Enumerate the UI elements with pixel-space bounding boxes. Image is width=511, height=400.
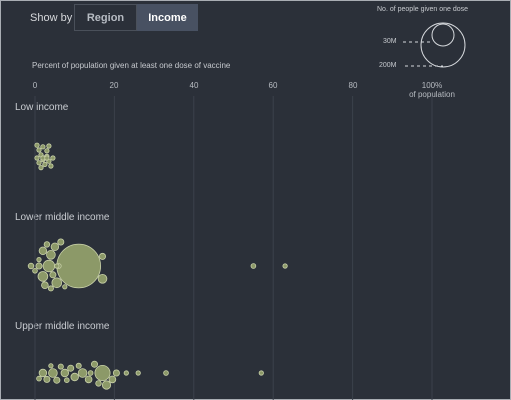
legend-marks	[403, 22, 466, 68]
bubble-lower-middle-income-14[interactable]	[32, 267, 38, 274]
bubble-plot	[27, 22, 466, 400]
bubble-low-income-4[interactable]	[42, 161, 48, 167]
bubble-upper-middle-income-5[interactable]	[77, 368, 88, 378]
bubbles	[27, 142, 288, 390]
bubble-lower-middle-income-19[interactable]	[97, 273, 108, 284]
bubble-low-income-7[interactable]	[36, 147, 42, 153]
bubble-lower-middle-income-4[interactable]	[46, 250, 56, 260]
bubble-upper-middle-income-14[interactable]	[112, 369, 120, 377]
bubble-lower-middle-income-1[interactable]	[37, 271, 49, 282]
bubble-low-income-17[interactable]	[44, 155, 50, 161]
bubble-low-income-14[interactable]	[34, 142, 40, 148]
bubble-upper-middle-income-22[interactable]	[135, 370, 141, 376]
bubble-upper-middle-income-12[interactable]	[95, 380, 102, 387]
gridlines	[34, 96, 433, 400]
bubble-lower-middle-income-10[interactable]	[50, 242, 60, 251]
bubble-lower-middle-income-3[interactable]	[51, 277, 63, 289]
bubble-low-income-11[interactable]	[38, 165, 44, 171]
bubble-low-income-16[interactable]	[50, 155, 56, 161]
bubble-lower-middle-income-21[interactable]	[250, 263, 257, 269]
bubble-upper-middle-income-24[interactable]	[258, 370, 264, 376]
bubble-lower-middle-income-11[interactable]	[49, 271, 57, 279]
bubble-upper-middle-income-0[interactable]	[94, 364, 111, 381]
bubble-lower-middle-income-6[interactable]	[27, 262, 35, 270]
legend-circle-200m	[420, 22, 466, 68]
bubble-upper-middle-income-21[interactable]	[123, 370, 129, 376]
bubble-upper-middle-income-3[interactable]	[60, 368, 70, 378]
bubble-low-income-9[interactable]	[44, 148, 50, 154]
bubble-lower-middle-income-8[interactable]	[41, 281, 49, 290]
bubble-upper-middle-income-13[interactable]	[108, 375, 117, 384]
bubble-upper-middle-income-18[interactable]	[75, 362, 82, 369]
bubble-lower-middle-income-5[interactable]	[38, 246, 48, 255]
bubble-lower-middle-income-18[interactable]	[62, 284, 68, 290]
bubble-upper-middle-income-11[interactable]	[91, 360, 99, 368]
bubble-upper-middle-income-23[interactable]	[163, 370, 169, 376]
bubble-upper-middle-income-2[interactable]	[48, 368, 58, 378]
bubble-lower-middle-income-16[interactable]	[54, 263, 60, 269]
bubble-lower-middle-income-15[interactable]	[47, 285, 54, 292]
bubble-upper-middle-income-9[interactable]	[67, 364, 75, 372]
bubble-lower-middle-income-9[interactable]	[43, 241, 51, 248]
bubble-lower-middle-income-0[interactable]	[56, 243, 101, 289]
bubble-low-income-1[interactable]	[36, 160, 42, 166]
bubble-upper-middle-income-10[interactable]	[101, 380, 112, 390]
bubble-lower-middle-income-12[interactable]	[57, 238, 65, 246]
bubble-lower-middle-income-17[interactable]	[36, 256, 42, 263]
bubble-lower-middle-income-2[interactable]	[42, 259, 56, 273]
bubble-low-income-8[interactable]	[40, 144, 46, 150]
bubble-upper-middle-income-15[interactable]	[36, 375, 42, 382]
bubble-upper-middle-income-17[interactable]	[64, 377, 70, 384]
bubble-upper-middle-income-4[interactable]	[70, 372, 79, 382]
bubble-low-income-10[interactable]	[48, 163, 54, 169]
bubble-upper-middle-income-1[interactable]	[38, 368, 48, 378]
bubble-low-income-0[interactable]	[34, 155, 40, 161]
legend-circle-30m	[431, 23, 455, 47]
bubble-low-income-13[interactable]	[46, 143, 52, 149]
bubble-lower-middle-income-20[interactable]	[99, 252, 107, 260]
bubble-lower-middle-income-7[interactable]	[35, 262, 43, 270]
bubble-lower-middle-income-22[interactable]	[282, 263, 288, 269]
bubble-upper-middle-income-8[interactable]	[53, 376, 61, 384]
bubble-upper-middle-income-19[interactable]	[87, 370, 94, 376]
bubble-upper-middle-income-6[interactable]	[84, 375, 93, 384]
bubble-upper-middle-income-16[interactable]	[57, 363, 64, 370]
bubble-upper-middle-income-20[interactable]	[48, 363, 54, 369]
bubble-upper-middle-income-7[interactable]	[43, 375, 51, 383]
